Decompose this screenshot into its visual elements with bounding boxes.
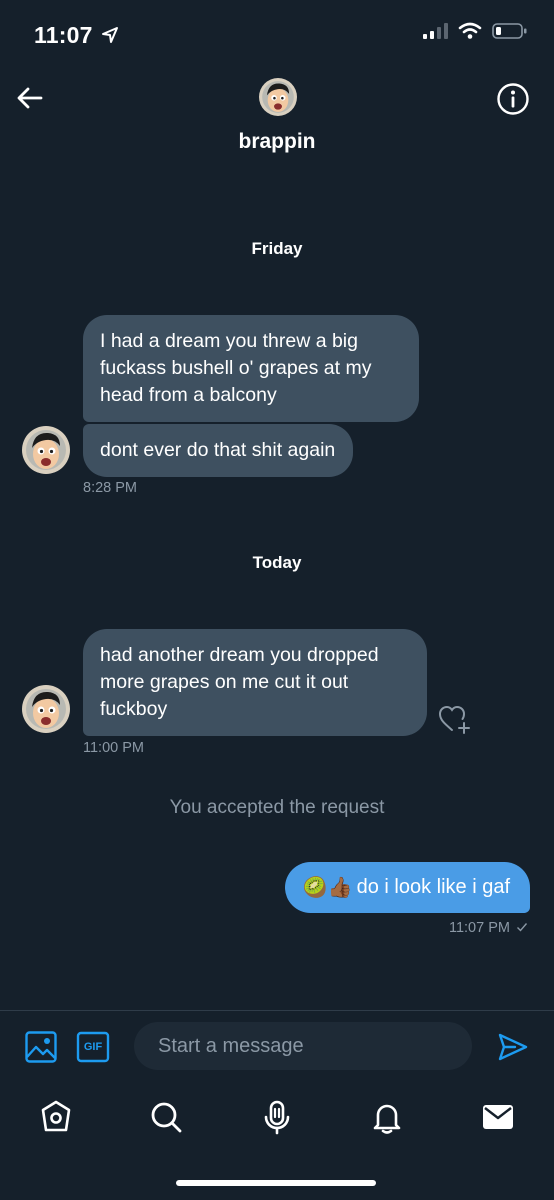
incoming-message[interactable]: dont ever do that shit again bbox=[83, 424, 354, 477]
incoming-message[interactable]: I had a dream you threw a big fuckass bu… bbox=[83, 315, 419, 422]
status-bar: 11:07 bbox=[0, 0, 554, 70]
incoming-message[interactable]: had another dream you dropped more grape… bbox=[83, 629, 427, 736]
message-input[interactable] bbox=[134, 1022, 472, 1070]
tab-spaces[interactable] bbox=[259, 1099, 295, 1135]
info-button[interactable] bbox=[496, 82, 530, 116]
location-arrow-icon bbox=[102, 27, 119, 43]
outgoing-message[interactable]: 🥝👍🏾 do i look like i gaf bbox=[284, 862, 530, 913]
composer: GIF bbox=[0, 1011, 554, 1083]
spaces-icon bbox=[264, 1100, 290, 1135]
add-reaction-button[interactable] bbox=[437, 703, 471, 735]
sender-avatar[interactable] bbox=[22, 685, 70, 733]
home-indicator[interactable] bbox=[176, 1180, 376, 1186]
heart-plus-icon bbox=[438, 705, 470, 734]
send-icon bbox=[498, 1033, 528, 1061]
avatar-image bbox=[22, 426, 70, 474]
tab-notifications[interactable] bbox=[369, 1099, 405, 1135]
gif-button[interactable]: GIF bbox=[76, 1031, 110, 1063]
status-indicators bbox=[422, 22, 528, 40]
wifi-icon bbox=[458, 22, 482, 39]
status-time: 11:07 bbox=[34, 22, 119, 49]
message-timestamp: 8:28 PM bbox=[83, 480, 137, 496]
outgoing-message-text: do i look like i gaf bbox=[356, 876, 510, 898]
gif-label: GIF bbox=[83, 1041, 103, 1053]
request-accepted-note: You accepted the request bbox=[169, 797, 385, 818]
tab-messages[interactable] bbox=[480, 1099, 516, 1135]
battery-icon bbox=[492, 23, 527, 39]
day-separator: Today bbox=[252, 553, 302, 572]
day-separator: Friday bbox=[251, 239, 303, 258]
conversation-name[interactable]: brappin bbox=[0, 130, 554, 154]
messages-icon bbox=[483, 1105, 513, 1129]
avatar-image bbox=[259, 78, 297, 116]
clock-text: 11:07 bbox=[34, 22, 93, 48]
search-icon bbox=[151, 1102, 182, 1133]
tab-home[interactable] bbox=[38, 1099, 74, 1135]
add-media-button[interactable] bbox=[24, 1030, 58, 1064]
send-button[interactable] bbox=[497, 1031, 529, 1063]
header-avatar[interactable] bbox=[259, 78, 297, 116]
outgoing-time-text: 11:07 PM bbox=[448, 920, 510, 936]
sent-check-icon bbox=[517, 923, 528, 932]
emoji-text: 🥝👍🏾 bbox=[302, 877, 353, 899]
info-icon bbox=[497, 83, 529, 115]
back-button[interactable] bbox=[14, 82, 46, 114]
outgoing-timestamp: 11:07 PM bbox=[449, 920, 528, 936]
notifications-icon bbox=[373, 1104, 401, 1134]
signal-icon bbox=[423, 23, 448, 39]
conversation-header: brappin bbox=[0, 70, 554, 180]
message-timestamp: 11:00 PM bbox=[83, 740, 144, 756]
tab-search[interactable] bbox=[148, 1099, 184, 1135]
avatar-image bbox=[22, 685, 70, 733]
back-arrow-icon bbox=[17, 87, 43, 109]
home-icon bbox=[41, 1100, 71, 1132]
sender-avatar[interactable] bbox=[22, 426, 70, 474]
image-icon bbox=[25, 1031, 57, 1063]
